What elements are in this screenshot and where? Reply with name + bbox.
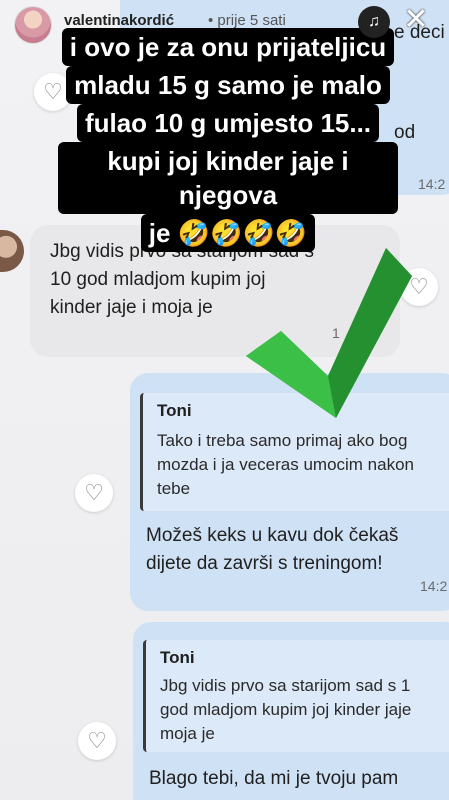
- quote-author: Toni: [157, 401, 192, 420]
- message-line: kinder jaje i moja je: [50, 297, 213, 318]
- close-icon[interactable]: ✕: [401, 5, 431, 35]
- quote-author: Toni: [160, 648, 195, 667]
- story-caption: i ovo je za onu prijateljicu mladu 15 g …: [58, 28, 398, 252]
- quoted-message[interactable]: Toni Jbg vidis prvo sa starijom sad s 1 …: [143, 640, 449, 752]
- message-time: 14:2: [418, 176, 446, 192]
- quote-line: god mladjom kupim joj kinder jaje: [160, 700, 412, 719]
- message-line: Blago tebi, da mi je tvoju pam: [149, 768, 399, 789]
- story-header: valentinakordić • prije 5 sati ♫ ✕: [0, 0, 449, 44]
- caption-line: mladu 15 g samo je malo: [66, 66, 390, 104]
- quote-line: Tako i treba samo primaj ako bog: [157, 431, 408, 450]
- quote-line: mozda i ja veceras umocim nakon: [157, 455, 415, 474]
- sender-avatar[interactable]: [0, 230, 24, 272]
- story-screen: e deci od 14:2 ♡ Jbg vidis prvo sa stari…: [0, 0, 449, 800]
- message-line: Možeš keks u kavu dok čekaš: [146, 525, 399, 546]
- message-line: dijete da završi s treningom!: [146, 553, 383, 574]
- username[interactable]: valentinakordić: [64, 12, 174, 29]
- heart-icon[interactable]: ♡: [78, 722, 116, 760]
- message-line: 10 god mladjom kupim joj: [50, 269, 266, 290]
- avatar[interactable]: [14, 6, 52, 44]
- post-time: • prije 5 sati: [208, 12, 286, 29]
- quote-line: tebe: [157, 479, 191, 498]
- caption-line: fulao 10 g umjesto 15...: [76, 104, 380, 142]
- green-checkmark-sticker: [246, 248, 412, 418]
- heart-icon[interactable]: ♡: [75, 474, 113, 512]
- quote-line: Jbg vidis prvo sa starijom sad s 1: [160, 676, 411, 695]
- caption-line: je 🤣🤣🤣🤣: [140, 214, 316, 252]
- message-bubble-reply: Toni Jbg vidis prvo sa starijom sad s 1 …: [133, 622, 449, 800]
- quote-line: moja je: [160, 724, 215, 743]
- music-note-icon[interactable]: ♫: [358, 6, 390, 38]
- message-time: 14:2: [420, 578, 448, 594]
- caption-line: kupi joj kinder jaje i njegova: [58, 142, 398, 214]
